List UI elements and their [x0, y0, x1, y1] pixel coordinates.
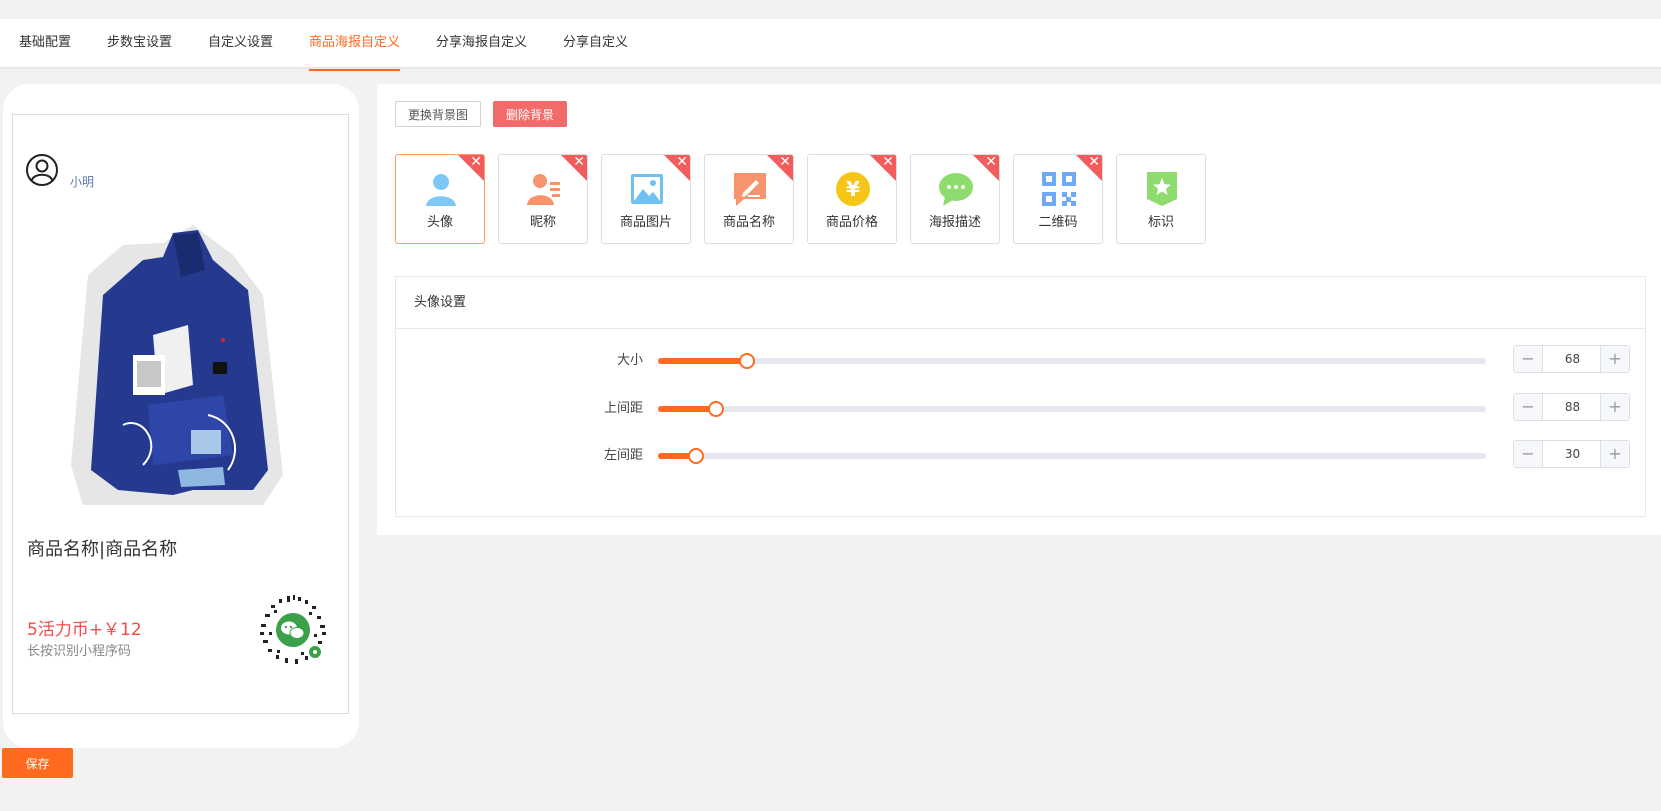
left-margin-slider[interactable]	[658, 448, 1486, 464]
element-label: 商品名称	[722, 215, 775, 230]
settings-title: 头像设置	[396, 277, 1645, 329]
element-label: 商品价格	[825, 215, 878, 230]
close-icon[interactable]: ✕	[985, 155, 997, 169]
top-margin-slider[interactable]	[658, 401, 1486, 417]
close-icon[interactable]: ✕	[1088, 155, 1100, 169]
close-icon[interactable]: ✕	[470, 155, 482, 169]
size-stepper: − +	[1513, 345, 1630, 373]
edit-icon	[734, 173, 766, 206]
element-card-product-name[interactable]: 商品名称 ✕	[704, 154, 794, 244]
element-card-product-price[interactable]: ¥ 商品价格 ✕	[807, 154, 897, 244]
element-card-poster-description[interactable]: 海报描述 ✕	[910, 154, 1000, 244]
setting-label: 上间距	[603, 401, 643, 416]
chat-icon	[939, 173, 973, 206]
qrcode-icon	[1042, 172, 1076, 206]
product-image[interactable]	[63, 215, 293, 515]
tab-basic-config[interactable]: 基础配置	[19, 19, 71, 69]
slider-fill	[658, 358, 748, 364]
svg-text:¥: ¥	[846, 177, 860, 201]
decrement-button[interactable]: −	[1514, 441, 1543, 467]
close-icon[interactable]: ✕	[676, 155, 688, 169]
element-label: 商品图片	[619, 215, 672, 230]
replace-background-button[interactable]: 更换背景图	[395, 101, 482, 127]
poster-product-title[interactable]: 商品名称|商品名称	[27, 535, 177, 561]
increment-button[interactable]: +	[1600, 394, 1629, 420]
decrement-button[interactable]: −	[1514, 394, 1543, 420]
top-margin-input[interactable]	[1543, 394, 1602, 420]
slider-handle[interactable]	[688, 448, 705, 464]
tab-share-custom[interactable]: 分享自定义	[563, 19, 628, 69]
tab-share-poster[interactable]: 分享海报自定义	[436, 19, 527, 69]
decrement-button[interactable]: −	[1514, 346, 1543, 372]
nickname-icon	[527, 174, 560, 205]
slider-handle[interactable]	[707, 401, 724, 417]
delete-background-button[interactable]: 删除背景	[493, 101, 568, 127]
avatar-settings-panel: 头像设置 大小 − + 上间距 − +	[395, 276, 1646, 517]
setting-label: 左间距	[603, 448, 643, 463]
setting-row-left-margin: 左间距 − +	[396, 440, 1645, 470]
save-button[interactable]: 保存	[2, 748, 73, 778]
user-avatar-icon[interactable]	[25, 153, 59, 187]
badge-icon	[1147, 172, 1177, 206]
increment-button[interactable]: +	[1600, 346, 1629, 372]
poster-canvas: 小明 商品名称|商品名称 5活力币+￥12 长按识别小程序码	[12, 114, 349, 714]
element-card-nickname[interactable]: 昵称 ✕	[498, 154, 588, 244]
tab-custom-settings[interactable]: 自定义设置	[208, 19, 273, 69]
increment-button[interactable]: +	[1600, 441, 1629, 467]
left-margin-stepper: − +	[1513, 440, 1630, 468]
size-slider[interactable]	[658, 353, 1486, 369]
close-icon[interactable]: ✕	[779, 155, 791, 169]
element-card-product-image[interactable]: 商品图片 ✕	[601, 154, 691, 244]
close-icon[interactable]: ✕	[573, 155, 585, 169]
poster-nickname[interactable]: 小明	[70, 173, 94, 190]
element-label: 标识	[1147, 215, 1174, 230]
poster-preview-panel: 小明 商品名称|商品名称 5活力币+￥12 长按识别小程序码	[3, 84, 359, 748]
yen-icon: ¥	[836, 172, 870, 206]
close-icon[interactable]: ✕	[882, 155, 894, 169]
setting-label: 大小	[616, 353, 643, 368]
element-card-badge[interactable]: 标识	[1116, 154, 1206, 244]
image-icon	[631, 174, 663, 204]
element-label: 头像	[426, 215, 453, 230]
tab-product-poster[interactable]: 商品海报自定义	[309, 19, 401, 71]
size-input[interactable]	[1543, 346, 1602, 372]
element-label: 昵称	[529, 215, 556, 230]
poster-price[interactable]: 5活力币+￥12	[27, 615, 142, 640]
tab-step-settings[interactable]: 步数宝设置	[107, 19, 172, 69]
tab-bar: 基础配置 步数宝设置 自定义设置 商品海报自定义 分享海报自定义 分享自定义	[0, 19, 1661, 71]
element-label: 海报描述	[928, 215, 981, 230]
avatar-icon	[426, 174, 456, 206]
mini-program-qrcode[interactable]	[257, 594, 329, 666]
slider-handle[interactable]	[739, 353, 756, 369]
element-card-qrcode[interactable]: 二维码 ✕	[1013, 154, 1103, 244]
top-margin-stepper: − +	[1513, 393, 1630, 421]
poster-hint[interactable]: 长按识别小程序码	[27, 640, 131, 659]
left-margin-input[interactable]	[1543, 441, 1602, 467]
element-label: 二维码	[1038, 215, 1078, 230]
element-card-avatar[interactable]: 头像 ✕	[395, 154, 485, 244]
setting-row-size: 大小 − +	[396, 345, 1645, 375]
editor-panel: 更换背景图 删除背景 头像 ✕ 昵称 ✕ 商品图片 ✕ 商品名称 ✕ ¥ 商品价…	[377, 84, 1661, 535]
setting-row-top-margin: 上间距 − +	[396, 393, 1645, 423]
